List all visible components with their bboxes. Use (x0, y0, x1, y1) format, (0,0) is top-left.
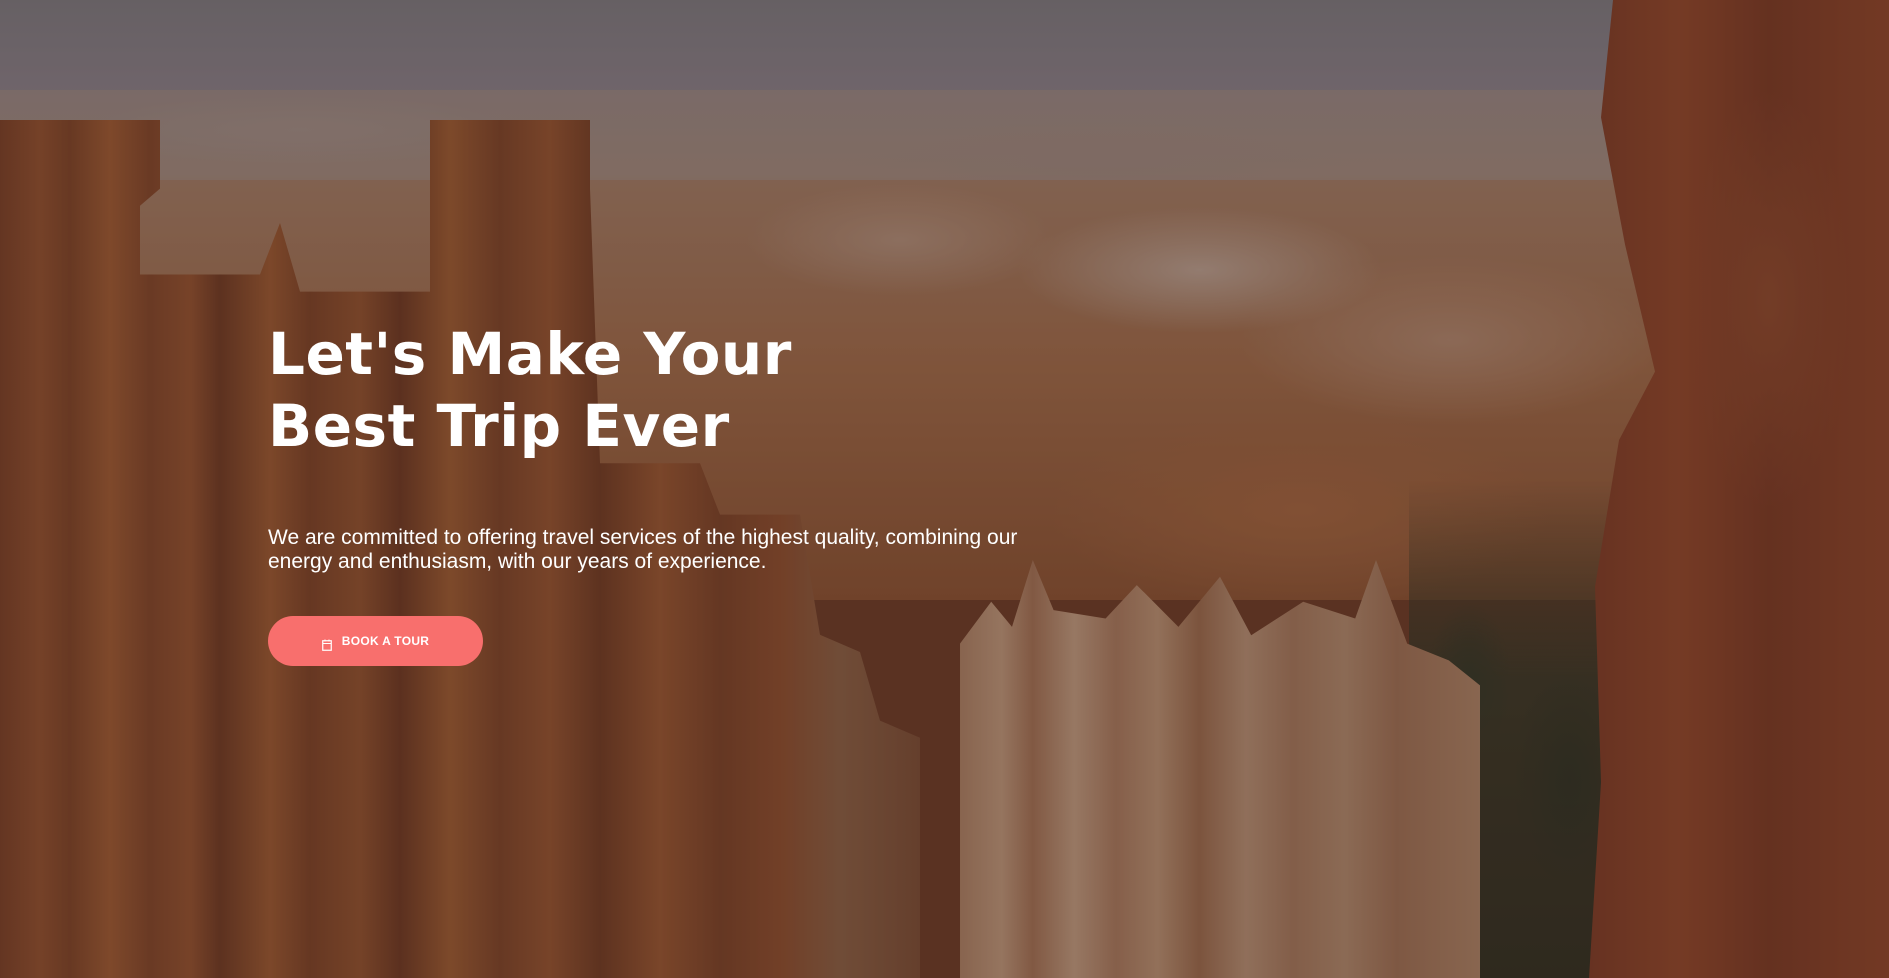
book-a-tour-label: BOOK A TOUR (341, 634, 430, 648)
hero-subtitle: We are committed to offering travel serv… (268, 526, 1118, 574)
hero-subtitle-line-2: energy and enthusiasm, with our years of… (268, 550, 767, 573)
background-overlay (0, 0, 1889, 978)
hero-headline-line-1: Let's Make Your (268, 320, 792, 388)
hero-subtitle-line-1: We are committed to offering travel serv… (268, 526, 1018, 549)
book-a-tour-button[interactable]: BOOK A TOUR (268, 616, 483, 666)
hero-section: Let's Make Your Best Trip Ever We are co… (0, 0, 1889, 978)
hero-headline: Let's Make Your Best Trip Ever (268, 318, 1168, 462)
hero-headline-line-2: Best Trip Ever (268, 392, 730, 460)
hero-content: Let's Make Your Best Trip Ever We are co… (268, 318, 1168, 666)
calendar-icon (321, 639, 332, 651)
